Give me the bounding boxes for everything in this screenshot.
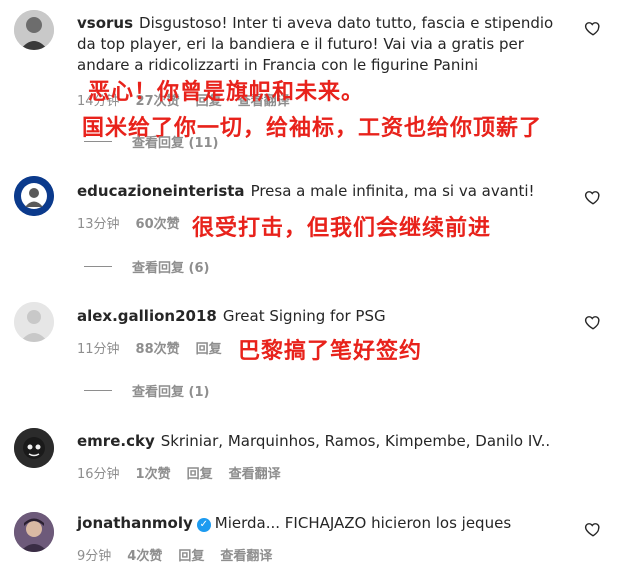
comment-text-block: educazioneinterista Presa a male infinita… xyxy=(77,181,572,202)
comment-meta: 16分钟 1次赞 回复 查看翻译 xyxy=(77,463,281,482)
comment-body: Presa a male infinita, ma si va avanti! xyxy=(250,182,535,200)
comment-body: Great Signing for PSG xyxy=(222,307,386,325)
divider xyxy=(84,266,112,267)
translation-overlay-line: 很受打击，但我们会继续前进 xyxy=(192,216,492,241)
avatar[interactable] xyxy=(14,302,54,342)
username[interactable]: jonathanmoly xyxy=(77,514,193,532)
divider xyxy=(84,141,112,142)
heart-icon[interactable] xyxy=(584,313,602,331)
like-count[interactable]: 4次赞 xyxy=(127,545,162,564)
view-replies[interactable]: 查看回复 (1) xyxy=(84,381,209,400)
view-replies-label[interactable]: 查看回复 (11) xyxy=(132,132,219,151)
comment-text-block: vsorus Disgustoso! Inter ti aveva dato tu… xyxy=(77,13,572,76)
avatar[interactable] xyxy=(14,10,54,50)
reply-button[interactable]: 回复 xyxy=(196,338,222,357)
view-replies[interactable]: 查看回复 (6) xyxy=(84,257,209,276)
comment-body: Skriniar, Marquinhos, Ramos, Kimpembe, D… xyxy=(160,432,551,450)
heart-icon[interactable] xyxy=(584,520,602,538)
avatar-image-icon xyxy=(14,512,54,552)
translate-link[interactable]: 查看翻译 xyxy=(220,545,272,564)
avatar[interactable] xyxy=(14,176,54,216)
timestamp: 16分钟 xyxy=(77,467,120,482)
timestamp: 9分钟 xyxy=(77,549,112,564)
comment-meta: 11分钟 88次赞 回复 xyxy=(77,338,222,357)
comment-text-block: emre.cky Skriniar, Marquinhos, Ramos, Kim… xyxy=(77,431,572,452)
view-replies-label[interactable]: 查看回复 (6) xyxy=(132,257,209,276)
comment-text-block: alex.gallion2018 Great Signing for PSG xyxy=(77,306,572,327)
reply-button[interactable]: 回复 xyxy=(178,545,204,564)
translation-overlay-line: 巴黎搞了笔好签约 xyxy=(238,339,423,364)
default-avatar-icon xyxy=(14,302,54,342)
avatar-image-icon xyxy=(14,10,54,50)
like-count[interactable]: 60次赞 xyxy=(136,213,180,232)
like-count[interactable]: 88次赞 xyxy=(136,338,180,357)
translate-link[interactable]: 查看翻译 xyxy=(229,463,281,482)
like-count[interactable]: 1次赞 xyxy=(136,463,171,482)
username[interactable]: emre.cky xyxy=(77,432,155,450)
avatar-image-icon xyxy=(14,428,54,468)
heart-icon[interactable] xyxy=(584,19,602,37)
username[interactable]: alex.gallion2018 xyxy=(77,307,217,325)
avatar[interactable] xyxy=(14,428,54,468)
comment-body: Disgustoso! Inter ti aveva dato tutto, f… xyxy=(77,14,554,74)
heart-icon[interactable] xyxy=(584,188,602,206)
translation-overlay-line: 恶心！你曾是旗帜和未来。 xyxy=(88,80,365,105)
username[interactable]: educazioneinterista xyxy=(77,182,245,200)
avatar-logo-icon xyxy=(14,176,54,216)
username[interactable]: vsorus xyxy=(77,14,133,32)
timestamp: 11分钟 xyxy=(77,342,120,357)
verified-badge-icon: ✓ xyxy=(196,518,211,532)
view-replies[interactable]: 查看回复 (11) xyxy=(84,132,219,151)
view-replies-label[interactable]: 查看回复 (1) xyxy=(132,381,209,400)
comment-meta: 9分钟 4次赞 回复 查看翻译 xyxy=(77,545,272,564)
comment-meta: 13分钟 60次赞 xyxy=(77,213,180,232)
timestamp: 13分钟 xyxy=(77,217,120,232)
divider xyxy=(84,390,112,391)
avatar[interactable] xyxy=(14,512,54,552)
reply-button[interactable]: 回复 xyxy=(187,463,213,482)
comment-text-block: jonathanmoly ✓ Mierda... FICHAJAZO hiciero… xyxy=(77,513,572,534)
comment-body: Mierda... FICHAJAZO hicieron los jeques xyxy=(214,514,512,532)
